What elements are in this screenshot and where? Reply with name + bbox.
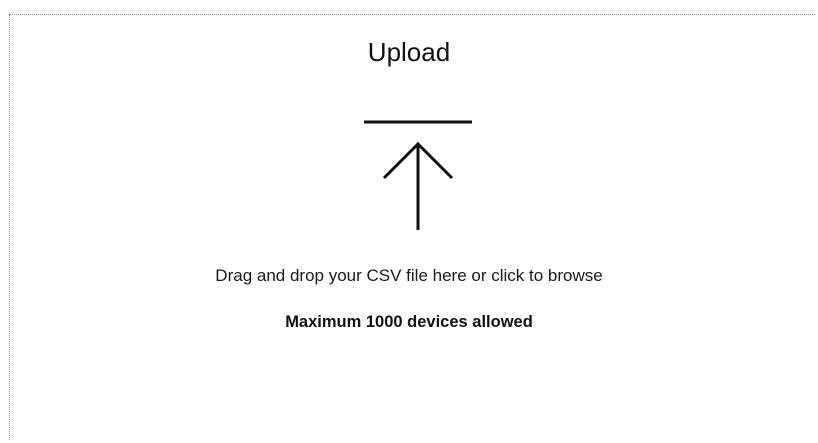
upload-title: Upload <box>367 37 451 67</box>
device-limit-note: Maximum 1000 devices allowed <box>285 313 533 331</box>
upload-instructions: Drag and drop your CSV file here or clic… <box>215 266 603 285</box>
upload-arrow-icon[interactable] <box>362 118 474 232</box>
